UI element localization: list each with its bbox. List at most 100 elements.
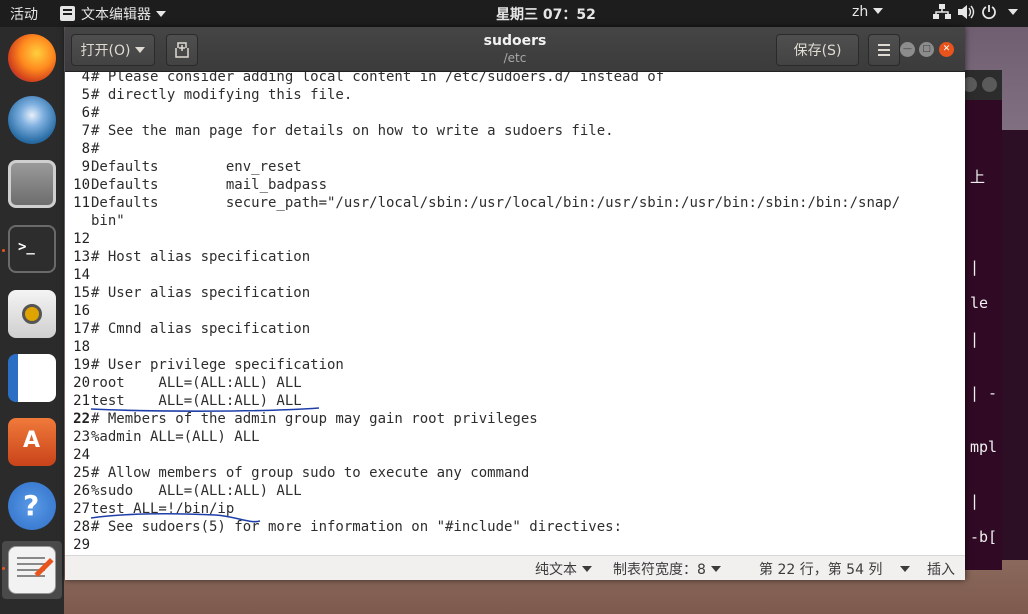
minimize-icon: — bbox=[903, 44, 912, 54]
maximize-button[interactable]: □ bbox=[919, 42, 934, 57]
code-line[interactable]: 23%admin ALL=(ALL) ALL bbox=[65, 428, 259, 446]
line-text: test ALL=(ALL:ALL) ALL bbox=[91, 393, 302, 409]
code-line[interactable]: 19# User privilege specification bbox=[65, 356, 344, 374]
code-line[interactable]: 4# Please consider adding local content … bbox=[65, 72, 665, 86]
terminal-icon[interactable]: >_ bbox=[8, 225, 56, 273]
chevron-down-icon bbox=[710, 566, 721, 572]
text-editor-icon[interactable] bbox=[8, 546, 56, 594]
clock[interactable]: 星期三 07：52 bbox=[496, 4, 596, 24]
power-icon bbox=[982, 5, 996, 20]
save-button[interactable]: 保存(S) bbox=[776, 34, 859, 66]
line-text: # Allow members of group sudo to execute… bbox=[91, 465, 530, 481]
line-number: 22 bbox=[73, 411, 90, 427]
code-line[interactable]: 21test ALL=(ALL:ALL) ALL bbox=[65, 392, 302, 410]
line-number: 11 bbox=[73, 195, 90, 211]
line-number: 27 bbox=[73, 501, 90, 517]
chevron-down-icon bbox=[156, 11, 166, 17]
syntax-menu[interactable]: 纯文本 bbox=[535, 559, 592, 579]
line-text: bin" bbox=[91, 213, 125, 229]
help-icon[interactable]: ? bbox=[8, 482, 56, 530]
insert-mode-indicator[interactable]: 插入 bbox=[927, 559, 955, 579]
code-line[interactable]: 24 bbox=[65, 446, 91, 464]
open-button[interactable]: 打开(O) bbox=[71, 34, 155, 66]
line-number: 25 bbox=[73, 465, 90, 481]
system-tray[interactable] bbox=[933, 4, 1018, 20]
app-menu-label: 文本编辑器 bbox=[81, 7, 151, 23]
line-number: 4 bbox=[81, 72, 90, 85]
terminal-text: | - bbox=[970, 384, 998, 402]
thunderbird-icon[interactable] bbox=[8, 96, 56, 144]
code-line[interactable]: 13# Host alias specification bbox=[65, 248, 310, 266]
line-number: 10 bbox=[73, 177, 90, 193]
line-number: 5 bbox=[81, 87, 90, 103]
line-number: 24 bbox=[73, 447, 90, 463]
activities-button[interactable]: 活动 bbox=[10, 4, 38, 24]
new-document-button[interactable] bbox=[166, 34, 198, 66]
line-text: Defaults env_reset bbox=[91, 159, 302, 175]
code-line[interactable]: 28# See sudoers(5) for more information … bbox=[65, 518, 622, 536]
code-line[interactable]: 15# User alias specification bbox=[65, 284, 310, 302]
code-line[interactable]: 26%sudo ALL=(ALL:ALL) ALL bbox=[65, 482, 302, 500]
volume-icon bbox=[958, 5, 975, 19]
libreoffice-writer-icon[interactable] bbox=[8, 354, 56, 402]
line-text: # Please consider adding local content i… bbox=[91, 72, 665, 85]
code-line[interactable]: 10Defaults mail_badpass bbox=[65, 176, 327, 194]
line-number: 14 bbox=[73, 267, 90, 283]
code-line[interactable]: 8# bbox=[65, 140, 100, 158]
running-indicator bbox=[2, 567, 5, 570]
terminal-text: -b[ bbox=[970, 528, 998, 546]
line-number: 16 bbox=[73, 303, 90, 319]
line-text: test ALL=!/bin/ip bbox=[91, 501, 235, 517]
firefox-icon[interactable] bbox=[8, 34, 56, 82]
line-number: 17 bbox=[73, 321, 90, 337]
code-line[interactable]: 12 bbox=[65, 230, 91, 248]
code-line[interactable]: 20root ALL=(ALL:ALL) ALL bbox=[65, 374, 302, 392]
dock: >_ A ? bbox=[0, 27, 64, 614]
line-number: 18 bbox=[73, 339, 90, 355]
chevron-down-icon bbox=[900, 566, 911, 572]
close-icon[interactable] bbox=[982, 77, 997, 92]
cursor-position-menu[interactable]: 第 22 行，第 54 列 bbox=[759, 559, 911, 579]
code-line[interactable]: 25# Allow members of group sudo to execu… bbox=[65, 464, 529, 482]
code-line[interactable]: 29 bbox=[65, 536, 91, 554]
line-text: # bbox=[91, 141, 100, 157]
code-line[interactable]: 11Defaults secure_path="/usr/local/sbin:… bbox=[65, 194, 900, 212]
rhythmbox-icon[interactable] bbox=[8, 290, 56, 338]
app-menu[interactable]: 文本编辑器 bbox=[60, 4, 166, 24]
input-method-menu[interactable]: zh bbox=[852, 4, 884, 20]
code-line[interactable]: 17# Cmnd alias specification bbox=[65, 320, 310, 338]
code-line[interactable]: 14 bbox=[65, 266, 91, 284]
header-bar[interactable]: 打开(O) sudoers /etc 保存(S) — □ ✕ bbox=[65, 27, 965, 72]
files-icon[interactable] bbox=[8, 160, 56, 208]
code-line[interactable]: 18 bbox=[65, 338, 91, 356]
terminal-text: 上 bbox=[970, 168, 986, 186]
line-number: 19 bbox=[73, 357, 90, 373]
line-text: # directly modifying this file. bbox=[91, 87, 353, 103]
line-text: # See the man page for details on how to… bbox=[91, 123, 614, 139]
syntax-label: 纯文本 bbox=[535, 562, 577, 578]
line-number: 9 bbox=[81, 159, 90, 175]
tab-width-menu[interactable]: 制表符宽度：8 bbox=[613, 559, 721, 579]
software-center-icon[interactable]: A bbox=[8, 418, 56, 466]
line-number: 26 bbox=[73, 483, 90, 499]
code-line[interactable]: 16 bbox=[65, 302, 91, 320]
hamburger-menu-button[interactable] bbox=[868, 34, 900, 66]
line-text: # See sudoers(5) for more information on… bbox=[91, 519, 623, 535]
chevron-down-icon bbox=[582, 566, 592, 572]
tab-width-label: 制表符宽度：8 bbox=[613, 562, 706, 578]
code-line[interactable]: 7# See the man page for details on how t… bbox=[65, 122, 614, 140]
code-line[interactable]: bin" bbox=[65, 212, 125, 230]
line-number: 28 bbox=[73, 519, 90, 535]
code-line[interactable]: 5# directly modifying this file. bbox=[65, 86, 353, 104]
line-text: # Cmnd alias specification bbox=[91, 321, 311, 337]
terminal-text: | bbox=[970, 492, 980, 510]
status-bar: 纯文本 制表符宽度：8 第 22 行，第 54 列 插入 bbox=[65, 555, 965, 580]
code-line[interactable]: 22# Members of the admin group may gain … bbox=[65, 410, 538, 428]
code-line[interactable]: 9Defaults env_reset bbox=[65, 158, 302, 176]
code-line[interactable]: 6# bbox=[65, 104, 100, 122]
close-button[interactable]: ✕ bbox=[939, 42, 954, 57]
minimize-button[interactable]: — bbox=[900, 42, 915, 57]
code-line[interactable]: 27test ALL=!/bin/ip bbox=[65, 500, 234, 518]
open-button-label: 打开(O) bbox=[80, 43, 131, 59]
text-area[interactable]: 4# Please consider adding local content … bbox=[65, 72, 965, 555]
